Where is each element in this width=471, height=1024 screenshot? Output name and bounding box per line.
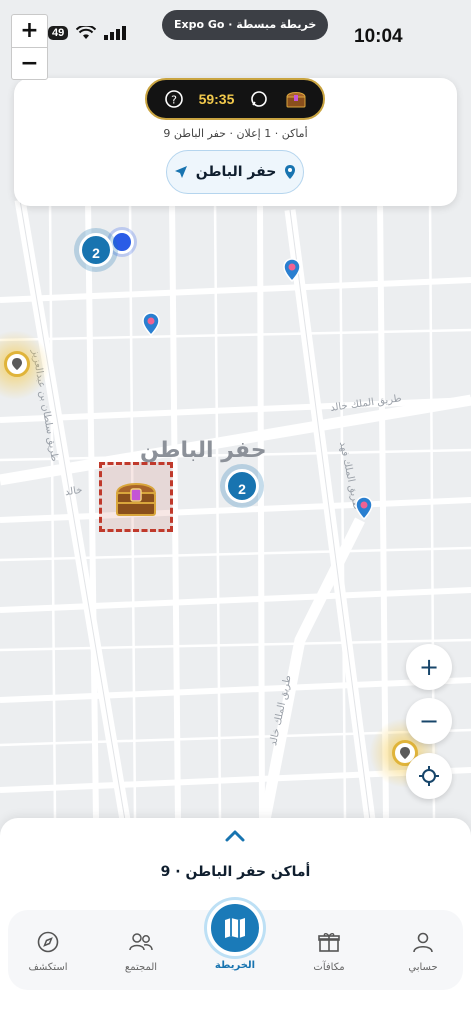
location-button-label: حفر الباطن (195, 164, 277, 180)
tab-label: حسابي (408, 962, 438, 973)
zoom-in-fab[interactable]: + (406, 644, 452, 690)
tab-map[interactable]: الخريطة (195, 956, 275, 971)
sheet-title: أماكن حفر الباطن · 9 (160, 864, 311, 880)
tab-explore[interactable]: استكشف (8, 930, 88, 973)
map-icon (225, 918, 245, 938)
zoom-out-button[interactable]: − (12, 48, 47, 81)
tab-rewards[interactable]: مكافآت (289, 930, 369, 973)
place-pin-icon[interactable] (283, 258, 301, 282)
location-button[interactable]: حفر الباطن (166, 150, 304, 194)
cluster-marker[interactable]: 2 (225, 469, 259, 503)
timer-pill: ? 59:35 (145, 78, 325, 120)
my-location-dot (110, 230, 134, 254)
countdown-timer: 59:35 (198, 91, 235, 107)
gift-icon (318, 933, 340, 952)
tab-community[interactable]: المجتمع (101, 930, 181, 973)
place-pin-icon[interactable] (355, 496, 373, 520)
place-pin-icon[interactable] (142, 312, 160, 336)
tab-label: استكشف (28, 962, 68, 973)
battery-indicator: 49 (48, 26, 69, 40)
user-icon (413, 932, 433, 953)
community-icon (129, 933, 153, 951)
signal-icon (104, 26, 127, 40)
top-info-card: ? 59:35 9 أماكن · 1 إعلان · حفر الباطن ح… (14, 78, 457, 206)
places-summary: 9 أماكن · 1 إعلان · حفر الباطن (163, 127, 308, 140)
district-label: حفر الباطن (140, 438, 267, 463)
status-icons: 49 (48, 26, 128, 40)
wifi-icon (76, 26, 97, 39)
treasure-chest-icon (115, 483, 157, 516)
tab-label: مكافآت (313, 962, 345, 973)
crosshair-icon (419, 766, 439, 786)
treasure-chest-icon[interactable] (284, 87, 308, 111)
compass-icon (37, 931, 59, 953)
status-time: 10:04 (354, 26, 403, 47)
zoom-in-button[interactable]: + (12, 15, 47, 48)
gold-place-pin-icon[interactable] (4, 351, 30, 377)
map-tab-button[interactable] (207, 900, 263, 956)
expo-go-pill[interactable]: Expo Go · خريطة مبسطة (162, 10, 329, 40)
chat-bubble-icon[interactable] (247, 87, 271, 111)
tab-label: المجتمع (124, 962, 158, 973)
tab-account[interactable]: حسابي (383, 930, 463, 973)
tab-label: الخريطة (214, 960, 256, 971)
svg-text:?: ? (171, 94, 177, 107)
map-pin-icon (285, 165, 296, 179)
treasure-chest-marker[interactable] (99, 462, 173, 532)
status-bar: Expo Go · خريطة مبسطة 49 10:04 (0, 0, 471, 72)
recenter-button[interactable] (406, 753, 452, 799)
navigation-arrow-icon (174, 166, 187, 178)
chevron-up-icon[interactable] (222, 826, 248, 846)
cluster-marker[interactable]: 2 (79, 233, 113, 267)
zoom-out-fab[interactable]: − (406, 698, 452, 744)
map-zoom-control: + − (11, 14, 48, 80)
help-icon[interactable]: ? (162, 87, 186, 111)
